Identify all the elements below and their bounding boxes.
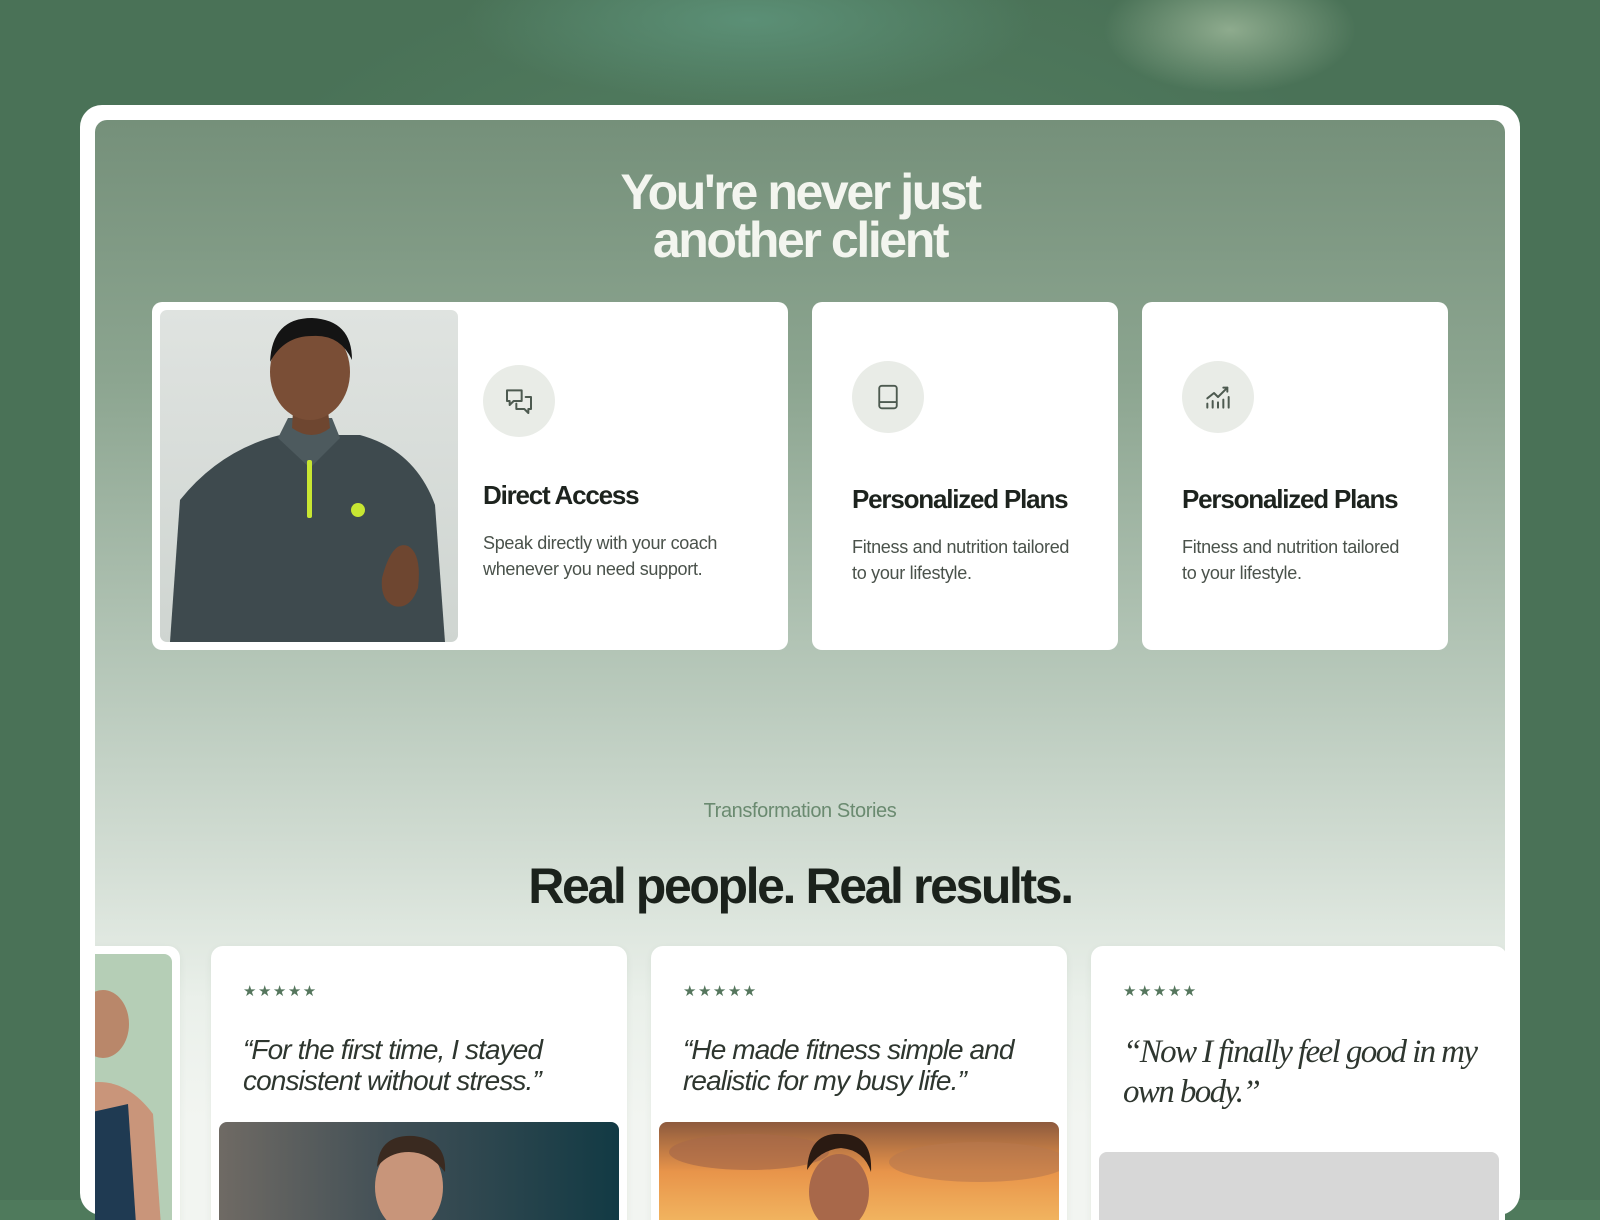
testimonial-card[interactable]: ★★★★★ “Now I finally feel good in my own…: [1091, 946, 1505, 1220]
feature-description-line-2: to your lifestyle.: [852, 563, 972, 583]
testimonial-quote-line-1: “He made fitness simple and: [683, 1034, 1014, 1065]
coach-running-photo: [160, 310, 458, 642]
feature-description: Speak directly with your coach whenever …: [483, 530, 717, 582]
feature-card-direct-access: Direct Access Speak directly with your c…: [152, 302, 788, 650]
feature-description-line-1: Fitness and nutrition tailored: [1182, 537, 1400, 557]
book-icon: [852, 361, 924, 433]
feature-card-personalized-plans: Personalized Plans Fitness and nutrition…: [812, 302, 1118, 650]
testimonial-quote-line-2: consistent without stress.”: [243, 1065, 542, 1096]
testimonial-quote-line-1: “Now I finally feel good in my: [1123, 1034, 1478, 1070]
testimonial-photo: [219, 1122, 619, 1220]
testimonial-quote: “He made fitness simple and realistic fo…: [683, 1034, 1043, 1096]
star-rating: ★★★★★: [683, 983, 758, 1000]
testimonial-photo: [95, 954, 172, 1220]
section-eyebrow: Transformation Stories: [703, 800, 897, 822]
section-divider: [117, 840, 1485, 841]
feature-description-line-2: to your lifestyle.: [1182, 563, 1302, 583]
testimonial-quote: “Now I finally feel good in my own body.…: [1123, 1032, 1483, 1112]
feature-description-line-2: whenever you need support.: [483, 559, 703, 579]
testimonial-card[interactable]: ★★★★★ “For the first time, I stayed cons…: [211, 946, 627, 1220]
feature-card-personalized-plans-2: Personalized Plans Fitness and nutrition…: [1142, 302, 1448, 650]
testimonial-card[interactable]: ★★★★★ “He made fitness simple and realis…: [651, 946, 1067, 1220]
star-rating: ★★★★★: [243, 983, 318, 1000]
feature-title: Direct Access: [483, 480, 640, 510]
chart-icon: [1182, 361, 1254, 433]
feature-description-line-1: Fitness and nutrition tailored: [852, 537, 1070, 557]
section-title: Real people. Real results.: [528, 858, 1074, 914]
feature-description-line-1: Speak directly with your coach: [483, 533, 718, 553]
testimonial-quote-line-2: own body.”: [1123, 1074, 1261, 1110]
testimonial-photo: [659, 1122, 1059, 1220]
testimonial-quote-line-1: “For the first time, I stayed: [243, 1034, 543, 1065]
content-panel: You're never just another client Direct …: [95, 120, 1505, 1220]
hero-title-line-2: another client: [652, 212, 950, 268]
testimonial-card-partial[interactable]: [95, 946, 180, 1220]
feature-description: Fitness and nutrition tailored to your l…: [852, 534, 1069, 586]
feature-title: Personalized Plans: [1182, 484, 1399, 514]
hero-title: You're never just another client: [95, 167, 1505, 265]
star-rating: ★★★★★: [1123, 983, 1198, 1000]
testimonial-photo-placeholder: [1099, 1152, 1499, 1220]
testimonial-quote: “For the first time, I stayed consistent…: [243, 1034, 603, 1096]
testimonial-quote-line-2: realistic for my busy life.”: [683, 1065, 967, 1096]
feature-title: Personalized Plans: [852, 484, 1069, 514]
chat-bubbles-icon: [483, 365, 555, 437]
feature-description: Fitness and nutrition tailored to your l…: [1182, 534, 1399, 586]
